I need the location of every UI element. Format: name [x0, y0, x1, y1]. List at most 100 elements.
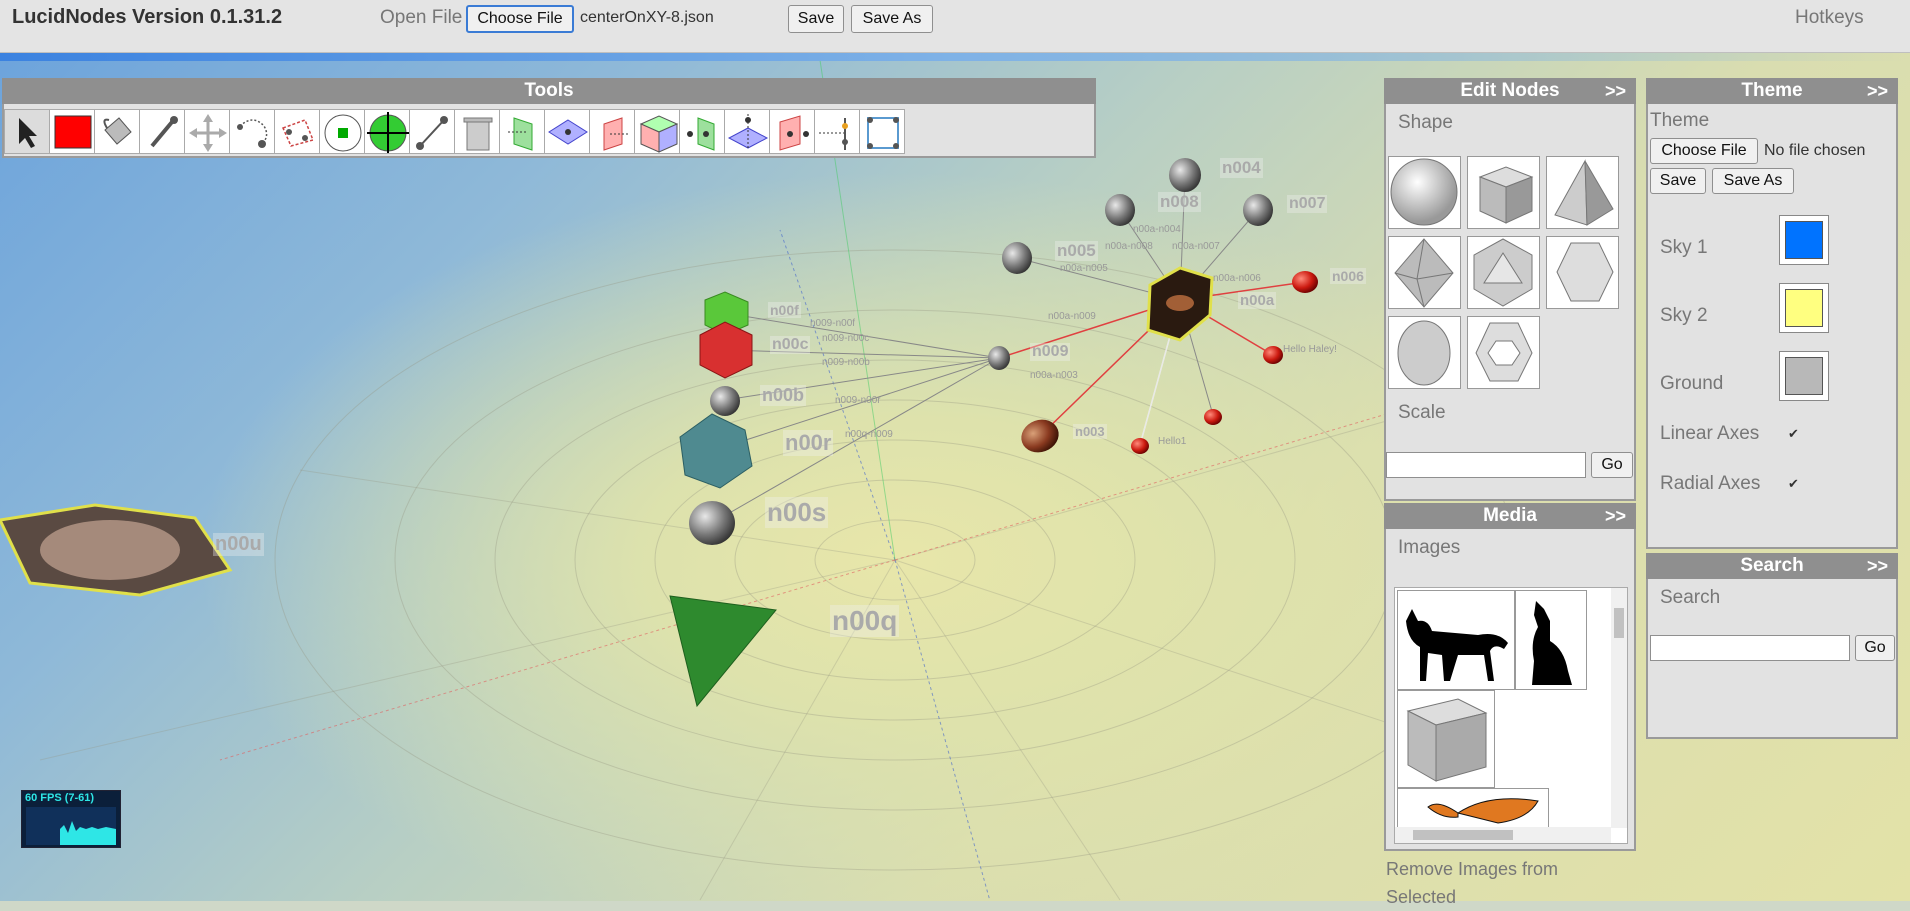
node-n00s[interactable]: [689, 501, 735, 545]
ground-color-picker[interactable]: [1779, 351, 1829, 401]
search-toggle[interactable]: >>: [1867, 553, 1888, 579]
node-n00c[interactable]: [699, 321, 753, 379]
node-red-small-3[interactable]: [1131, 438, 1149, 454]
node-n004[interactable]: [1169, 158, 1201, 192]
remove-images-link[interactable]: Remove Images from Selected: [1386, 855, 1586, 911]
node-n00b[interactable]: [710, 386, 740, 416]
search-go-button[interactable]: Go: [1855, 635, 1895, 661]
media-panel: Images: [1384, 529, 1636, 851]
shape-disc-option[interactable]: [1388, 316, 1461, 389]
node-n009[interactable]: [988, 346, 1010, 370]
radial-axes-label: Radial Axes: [1660, 473, 1761, 494]
node-label: n005: [1055, 241, 1098, 261]
node-label: n00a: [1238, 292, 1277, 309]
tool-button-trash[interactable]: [454, 109, 500, 154]
theme-toggle[interactable]: >>: [1867, 78, 1888, 104]
save-as-button[interactable]: Save As: [851, 5, 933, 33]
move-arrows-icon: [189, 114, 227, 152]
eyedropper-icon: [150, 116, 178, 148]
search-input[interactable]: [1650, 635, 1850, 661]
tool-button-add-node-crosshair[interactable]: [364, 109, 410, 154]
edge-label: n00a-n004: [1133, 224, 1181, 235]
node-red-small-1[interactable]: [1263, 346, 1283, 364]
shape-cube-option[interactable]: [1467, 156, 1540, 229]
tool-button-add-node[interactable]: [319, 109, 365, 154]
tool-button-rotate-node[interactable]: [229, 109, 275, 154]
tool-button-distribute[interactable]: [814, 109, 860, 154]
tool-button-eyedropper[interactable]: [139, 109, 185, 154]
tool-button-select-group[interactable]: [274, 109, 320, 154]
media-header: Media >>: [1384, 503, 1636, 529]
edit-nodes-toggle[interactable]: >>: [1605, 78, 1626, 104]
tool-button-align-xy[interactable]: [769, 109, 815, 154]
tool-button-cube-planes[interactable]: [634, 109, 680, 154]
edge-label: n00a-n007: [1172, 241, 1220, 252]
shape-octahedron-option[interactable]: [1388, 236, 1461, 309]
scale-input[interactable]: [1386, 452, 1586, 478]
scrollbar-thumb[interactable]: [1413, 830, 1513, 840]
cube-planes-icon: [639, 115, 679, 153]
theme-header: Theme >>: [1646, 78, 1898, 104]
sky1-color-picker[interactable]: [1779, 215, 1829, 265]
node-n007[interactable]: [1243, 194, 1273, 226]
tool-button-align-xz[interactable]: [724, 109, 770, 154]
node-label: n00b: [760, 385, 807, 406]
node-n008[interactable]: [1105, 194, 1135, 226]
theme-save-button[interactable]: Save: [1650, 168, 1706, 194]
tool-button-align-yz[interactable]: [679, 109, 725, 154]
wolf-image-thumb[interactable]: [1515, 590, 1587, 690]
paint-bucket-icon: [103, 117, 132, 145]
tool-button-plane-yz[interactable]: [499, 109, 545, 154]
shape-hexagon-option[interactable]: [1546, 236, 1619, 309]
cat-image-thumb[interactable]: [1397, 590, 1515, 690]
linear-axes-checkbox[interactable]: ✔: [1788, 427, 1802, 441]
sky2-color-picker[interactable]: [1779, 283, 1829, 333]
no-file-chosen-text: No file chosen: [1764, 142, 1866, 159]
shape-sphere-option[interactable]: [1388, 156, 1461, 229]
save-button[interactable]: Save: [788, 5, 844, 33]
tool-button-connect-link[interactable]: [409, 109, 455, 154]
node-label: n00u: [213, 533, 264, 556]
theme-save-as-button[interactable]: Save As: [1712, 168, 1794, 194]
radial-axes-checkbox[interactable]: ✔: [1788, 477, 1802, 491]
theme-choose-file-button[interactable]: Choose File: [1650, 138, 1758, 164]
linear-axes-label: Linear Axes: [1660, 423, 1760, 444]
node-n00u-image: [40, 520, 180, 580]
node-n006[interactable]: [1292, 271, 1318, 293]
tool-button-select-arrow[interactable]: [4, 109, 50, 154]
scale-go-button[interactable]: Go: [1591, 452, 1633, 478]
group-nodes-icon: [867, 117, 899, 149]
edge-label: Hello Haley!: [1283, 344, 1337, 355]
shape-icosahedron-option[interactable]: [1467, 236, 1540, 309]
media-toggle[interactable]: >>: [1605, 503, 1626, 529]
node-n00r[interactable]: [679, 413, 753, 489]
search-title: Search: [1740, 555, 1804, 576]
open-file-label: Open File: [380, 7, 463, 28]
theme-title: Theme: [1741, 80, 1803, 101]
hotkeys-link[interactable]: Hotkeys: [1795, 7, 1864, 29]
tool-button-plane-xy[interactable]: [589, 109, 635, 154]
tool-button-move-arrows[interactable]: [184, 109, 230, 154]
connect-link-icon: [416, 116, 448, 150]
tool-button-paint-bucket[interactable]: [94, 109, 140, 154]
node-red-small-2[interactable]: [1204, 409, 1222, 425]
edge-label: n00a-n009: [1048, 311, 1096, 322]
choose-file-button[interactable]: Choose File: [466, 5, 574, 33]
cube-image-thumb[interactable]: [1397, 690, 1495, 788]
node-n00q[interactable]: [669, 595, 777, 708]
images-list[interactable]: [1394, 587, 1628, 844]
tool-button-plane-xz[interactable]: [544, 109, 590, 154]
shape-tetrahedron-option[interactable]: [1546, 156, 1619, 229]
fps-text: 60 FPS (7-61): [25, 792, 95, 804]
shape-hexagon-ring-option[interactable]: [1467, 316, 1540, 389]
scrollbar-thumb[interactable]: [1614, 608, 1624, 638]
tool-button-group-nodes[interactable]: [859, 109, 905, 154]
edge-label: n009-n00b: [822, 357, 870, 368]
node-n005[interactable]: [1002, 242, 1032, 274]
tool-button-red-color-swatch[interactable]: [49, 109, 95, 154]
sky-strip: [0, 53, 1910, 61]
images-vertical-scrollbar[interactable]: [1611, 588, 1627, 828]
images-horizontal-scrollbar[interactable]: [1395, 827, 1611, 843]
rotate-node-icon: [237, 119, 268, 148]
red-color-swatch-icon: [54, 115, 92, 149]
